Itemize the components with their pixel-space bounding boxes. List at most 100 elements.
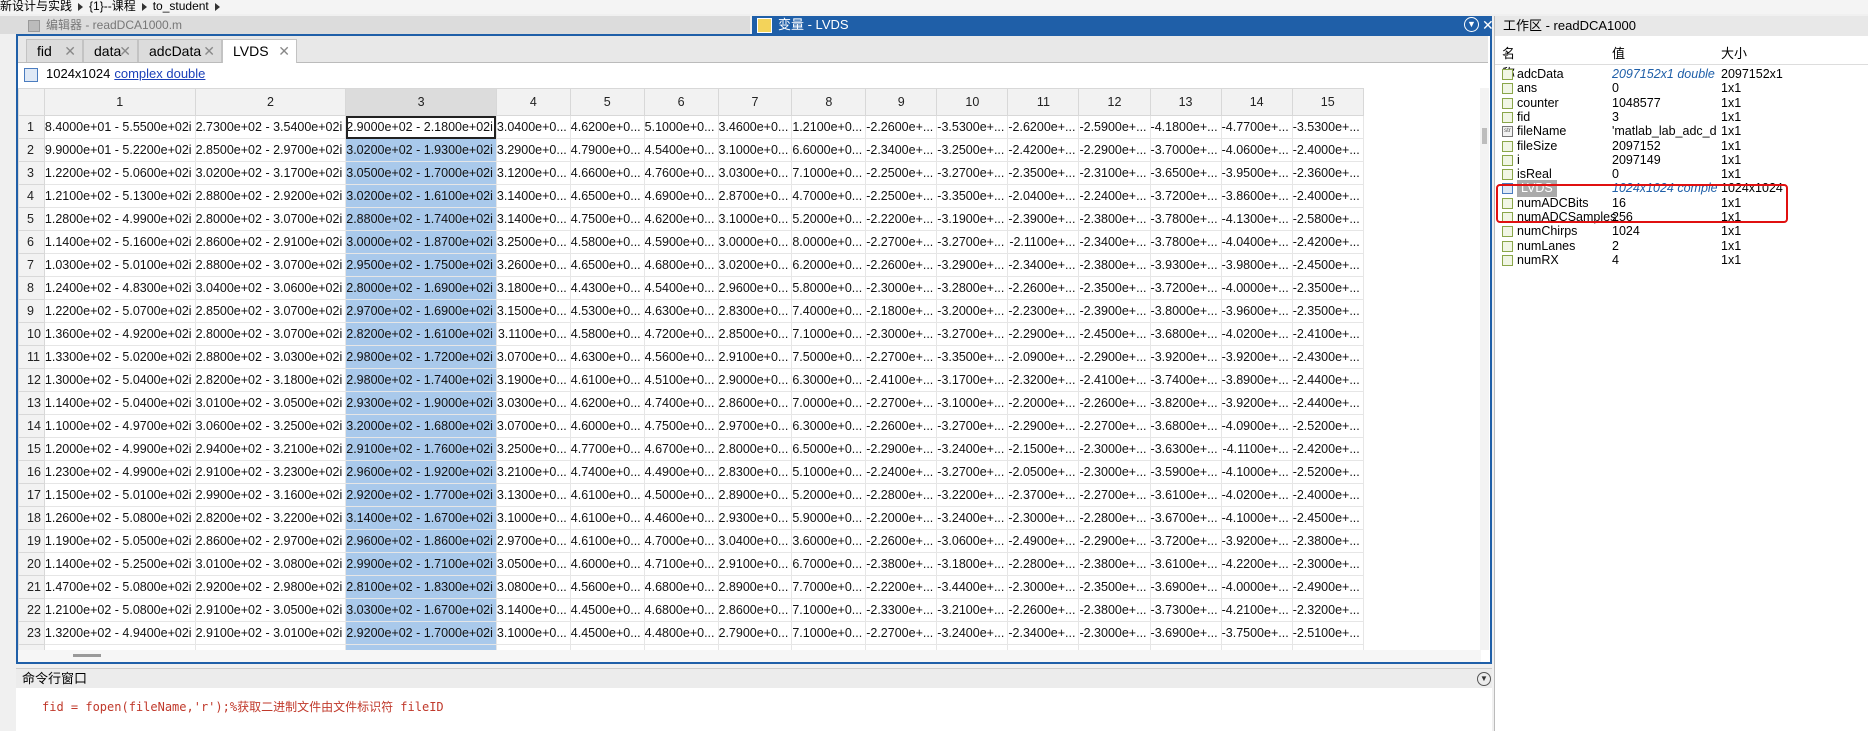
table-cell[interactable]: -2.3000e+...	[865, 322, 938, 346]
table-cell[interactable]: 4.5900e+0...	[643, 230, 719, 254]
table-cell[interactable]: -3.2700e+...	[936, 230, 1009, 254]
table-cell[interactable]: -3.7000e+...	[1149, 138, 1222, 162]
horizontal-scrollbar[interactable]	[18, 650, 1481, 662]
table-cell[interactable]: -2.3800e+...	[1078, 598, 1151, 622]
table-cell[interactable]: 4.6500e+0...	[569, 184, 645, 208]
table-cell[interactable]: 1.2100e+02 - 5.1300e+02i	[43, 184, 196, 208]
corner-cell[interactable]	[18, 88, 45, 116]
table-cell[interactable]: 3.1200e+0...	[495, 161, 571, 185]
table-cell[interactable]: 4.5400e+0...	[643, 276, 719, 300]
table-cell[interactable]: -3.6700e+...	[1149, 506, 1222, 530]
column-header[interactable]: 11	[1007, 88, 1080, 116]
table-cell[interactable]: -3.9200e+...	[1220, 529, 1293, 553]
table-cell[interactable]: 1.2400e+02 - 4.8300e+02i	[43, 276, 196, 300]
row-header[interactable]: 5	[18, 207, 45, 231]
table-cell[interactable]: -3.2900e+...	[936, 253, 1009, 277]
table-cell[interactable]: 4.5300e+0...	[569, 299, 645, 323]
table-cell[interactable]: -3.2700e+...	[936, 414, 1009, 438]
row-header[interactable]: 20	[18, 552, 45, 576]
table-cell[interactable]: -2.3500e+...	[1291, 299, 1364, 323]
table-cell[interactable]: 4.4800e+0...	[643, 621, 719, 645]
table-cell[interactable]: 3.2600e+0...	[495, 253, 571, 277]
table-cell[interactable]: 2.9800e+02 - 1.7400e+02i	[345, 368, 497, 392]
table-cell[interactable]: 2.9100e+0...	[717, 552, 793, 576]
table-cell[interactable]: -2.3900e+...	[1007, 207, 1080, 231]
row-header[interactable]: 14	[18, 414, 45, 438]
table-cell[interactable]: 1.3000e+02 - 5.0400e+02i	[43, 368, 196, 392]
column-header[interactable]: 6	[643, 88, 719, 116]
table-cell[interactable]: -2.1500e+...	[1007, 437, 1080, 461]
table-cell[interactable]: 7.1000e+0...	[791, 598, 867, 622]
column-header[interactable]: 14	[1220, 88, 1293, 116]
table-cell[interactable]: 2.8600e+02 - 2.9700e+02i	[194, 529, 347, 553]
table-cell[interactable]: 4.5600e+0...	[643, 345, 719, 369]
table-cell[interactable]: 5.8000e+0...	[791, 276, 867, 300]
chevron-down-icon[interactable]: ▼	[1477, 672, 1491, 686]
table-cell[interactable]: -2.3500e+...	[1007, 161, 1080, 185]
table-cell[interactable]: -2.2500e+...	[865, 184, 938, 208]
table-cell[interactable]: -2.3800e+...	[1078, 207, 1151, 231]
table-cell[interactable]: -3.9200e+...	[1220, 391, 1293, 415]
table-cell[interactable]: -2.4500e+...	[1078, 322, 1151, 346]
table-cell[interactable]: 5.1000e+0...	[791, 460, 867, 484]
table-cell[interactable]: 3.0100e+02 - 3.0500e+02i	[194, 391, 347, 415]
tab-adcdata[interactable]: adcData ✕	[138, 39, 222, 62]
variable-grid[interactable]: 1 2 3 4 5 6 7 8 9 10 11 12 13 14 15 1 8.4000e+01 - 5.55…	[18, 88, 1481, 650]
table-cell[interactable]: 2.8000e+02 - 3.0700e+02i	[194, 207, 347, 231]
table-cell[interactable]: 7.1000e+0...	[791, 621, 867, 645]
table-cell[interactable]: -2.2900e+...	[865, 437, 938, 461]
table-cell[interactable]: 2.8300e+0...	[717, 460, 793, 484]
table-cell[interactable]: 2.9200e+02 - 1.7000e+02i	[345, 621, 497, 645]
table-cell[interactable]: -2.4500e+...	[1291, 506, 1364, 530]
scroll-thumb[interactable]	[1482, 128, 1487, 144]
table-cell[interactable]: 3.1000e+0...	[717, 207, 793, 231]
close-icon[interactable]: ✕	[64, 40, 76, 63]
column-header-size[interactable]: 大小	[1721, 44, 1747, 64]
table-cell[interactable]: 1.3300e+02 - 5.0200e+02i	[43, 345, 196, 369]
table-cell[interactable]: 3.0200e+0...	[717, 253, 793, 277]
type-link[interactable]: complex double	[114, 66, 205, 81]
table-cell[interactable]: 3.0400e+0...	[717, 529, 793, 553]
table-cell[interactable]: -2.2700e+...	[865, 345, 938, 369]
table-cell[interactable]: 4.5800e+0...	[569, 322, 645, 346]
table-cell[interactable]: 4.7900e+0...	[569, 138, 645, 162]
table-cell[interactable]: 3.0100e+02 - 3.0800e+02i	[194, 552, 347, 576]
table-cell[interactable]: 2.9700e+0...	[495, 529, 571, 553]
table-cell[interactable]: 7.1000e+0...	[791, 161, 867, 185]
table-cell[interactable]: -3.5300e+...	[936, 115, 1009, 139]
table-cell[interactable]: -3.2500e+...	[936, 138, 1009, 162]
table-cell[interactable]: -2.3800e+...	[1078, 552, 1151, 576]
table-cell[interactable]: 4.4500e+0...	[569, 621, 645, 645]
table-cell[interactable]: -3.5900e+...	[1149, 460, 1222, 484]
table-cell[interactable]: 4.4900e+0...	[643, 460, 719, 484]
table-cell[interactable]: -3.7400e+...	[1149, 368, 1222, 392]
table-cell[interactable]: 3.0500e+02 - 1.7000e+02i	[345, 161, 497, 185]
table-cell[interactable]: 3.1000e+0...	[495, 506, 571, 530]
table-cell[interactable]: -2.2900e+...	[1078, 529, 1151, 553]
table-cell[interactable]: 6.5000e+0...	[791, 437, 867, 461]
row-header[interactable]: 8	[18, 276, 45, 300]
table-cell[interactable]: 4.6100e+0...	[569, 368, 645, 392]
row-header[interactable]: 21	[18, 575, 45, 599]
table-cell[interactable]: 2.9800e+02 - 1.7200e+02i	[345, 345, 497, 369]
table-cell[interactable]: 2.9300e+0...	[717, 506, 793, 530]
table-cell[interactable]: -2.3300e+...	[865, 598, 938, 622]
table-cell[interactable]: -2.4000e+...	[1291, 138, 1364, 162]
table-cell[interactable]: 2.8500e+02 - 2.9700e+02i	[194, 138, 347, 162]
table-cell[interactable]: -4.0200e+...	[1220, 322, 1293, 346]
table-cell[interactable]: -4.0000e+...	[1220, 276, 1293, 300]
table-cell[interactable]: -3.4400e+...	[936, 575, 1009, 599]
table-cell[interactable]: 4.5800e+0...	[569, 230, 645, 254]
table-cell[interactable]: 4.6100e+0...	[569, 529, 645, 553]
table-cell[interactable]: -2.2300e+...	[1007, 299, 1080, 323]
table-cell[interactable]: -4.0000e+...	[1220, 575, 1293, 599]
table-cell[interactable]: -2.5900e+...	[1078, 115, 1151, 139]
table-cell[interactable]: -2.3000e+...	[865, 276, 938, 300]
table-cell[interactable]: 1.2600e+02 - 5.0800e+02i	[43, 506, 196, 530]
table-cell[interactable]: 5.2000e+0...	[791, 483, 867, 507]
table-cell[interactable]: -2.4400e+...	[1291, 391, 1364, 415]
table-cell[interactable]: -2.0900e+...	[1007, 345, 1080, 369]
table-cell[interactable]: 2.8700e+0...	[717, 184, 793, 208]
table-cell[interactable]: -2.2600e+...	[865, 414, 938, 438]
table-cell[interactable]: 3.1500e+0...	[495, 299, 571, 323]
